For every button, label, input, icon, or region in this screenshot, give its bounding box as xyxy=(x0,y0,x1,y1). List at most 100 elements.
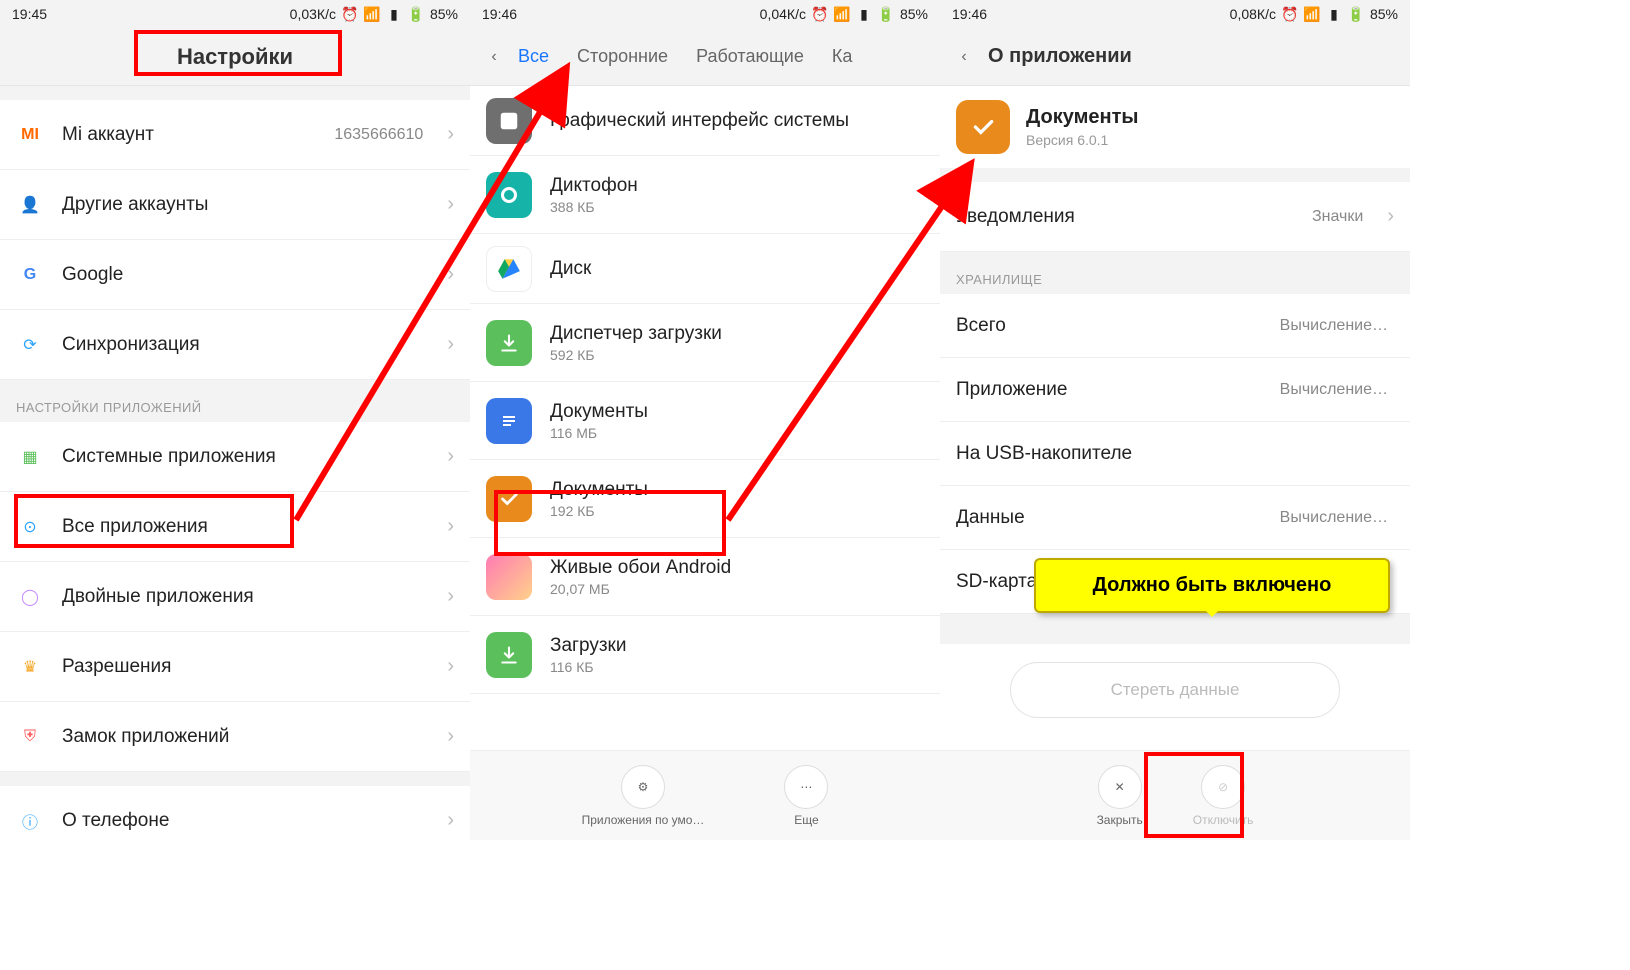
row-value: 1635666610 xyxy=(334,126,423,144)
shield-icon: ⛨ xyxy=(16,723,44,751)
tab-run[interactable]: Работающие xyxy=(696,46,804,67)
disable-button[interactable]: ⊘ Отключить xyxy=(1193,765,1254,827)
row-storage-data[interactable]: Данные Вычисление… xyxy=(940,486,1410,550)
download-icon xyxy=(486,320,532,366)
app-name: Документы xyxy=(550,479,924,501)
app-system-ui[interactable]: Графический интерфейс системы xyxy=(470,86,940,156)
gear-icon: ⚙ xyxy=(621,765,665,809)
row-all-apps[interactable]: ⊙ Все приложения › xyxy=(0,492,470,562)
battery-icon: 🔋 xyxy=(878,6,894,22)
chevron-right-icon: › xyxy=(447,123,454,146)
battery-icon: 🔋 xyxy=(408,6,424,22)
all-apps-icon: ⊙ xyxy=(16,513,44,541)
row-app-lock[interactable]: ⛨ Замок приложений › xyxy=(0,702,470,772)
status-battery: 85% xyxy=(900,6,928,22)
app-size: 116 МБ xyxy=(550,425,924,441)
chevron-right-icon: › xyxy=(447,445,454,468)
app-name: Живые обои Android xyxy=(550,557,924,579)
row-label: Приложение xyxy=(956,379,1262,401)
app-drive[interactable]: Диск xyxy=(470,234,940,304)
more-button[interactable]: ⋯ Еще xyxy=(784,765,828,827)
row-storage-total[interactable]: Всего Вычисление… xyxy=(940,294,1410,358)
row-other-accounts[interactable]: 👤 Другие аккаунты › xyxy=(0,170,470,240)
callout-text: Должно быть включено xyxy=(1093,574,1332,596)
screen-app-info: 19:46 0,08К/с ⏰ 📶 ▮ 🔋 85% ‹ О приложении… xyxy=(940,0,1410,840)
app-name: Документы xyxy=(1026,106,1138,129)
row-label: Данные xyxy=(956,507,1262,529)
system-ui-icon xyxy=(486,98,532,144)
app-download-manager[interactable]: Диспетчер загрузки592 КБ xyxy=(470,304,940,382)
alarm-icon: ⏰ xyxy=(342,6,358,22)
app-google-docs[interactable]: Документы 116 МБ xyxy=(470,382,940,460)
page-title: Настройки xyxy=(177,44,293,70)
screen-all-apps: 19:46 0,04К/с ⏰ 📶 ▮ 🔋 85% ‹ Все Сторонни… xyxy=(470,0,940,840)
app-live-wallpapers[interactable]: Живые обои Android20,07 МБ xyxy=(470,538,940,616)
bottom-bar: ⚙ Приложения по умо… ⋯ Еще xyxy=(470,750,940,840)
close-icon: ✕ xyxy=(1098,765,1142,809)
battery-icon: 🔋 xyxy=(1348,6,1364,22)
row-label: Синхронизация xyxy=(62,334,429,356)
app-icon xyxy=(956,100,1010,154)
bottom-bar: ✕ Закрыть ⊘ Отключить xyxy=(940,750,1410,840)
row-label: Системные приложения xyxy=(62,446,429,468)
clear-data-button[interactable]: Стереть данные xyxy=(1010,662,1340,718)
row-storage-usb[interactable]: На USB-накопителе xyxy=(940,422,1410,486)
row-notifications[interactable]: Уведомления Значки › xyxy=(940,182,1410,252)
status-time: 19:46 xyxy=(482,6,517,22)
row-dual-apps[interactable]: ◯ Двойные приложения › xyxy=(0,562,470,632)
row-system-apps[interactable]: ▦ Системные приложения › xyxy=(0,422,470,492)
row-permissions[interactable]: ♛ Разрешения › xyxy=(0,632,470,702)
app-documents[interactable]: Документы 192 КБ xyxy=(470,460,940,538)
row-label: Все приложения xyxy=(62,516,429,538)
app-size: 192 КБ xyxy=(550,503,924,519)
button-label: Отключить xyxy=(1193,813,1254,827)
dual-icon: ◯ xyxy=(16,583,44,611)
app-version: Версия 6.0.1 xyxy=(1026,132,1138,148)
recorder-icon xyxy=(486,172,532,218)
app-recorder[interactable]: Диктофон388 КБ xyxy=(470,156,940,234)
app-name: Документы xyxy=(550,401,924,423)
app-header: Документы Версия 6.0.1 xyxy=(940,86,1410,168)
tab-third[interactable]: Сторонние xyxy=(577,46,668,67)
close-button[interactable]: ✕ Закрыть xyxy=(1097,765,1143,827)
chevron-right-icon: › xyxy=(447,263,454,286)
more-icon: ⋯ xyxy=(784,765,828,809)
wifi-icon: 📶 xyxy=(1304,6,1320,22)
documents-icon xyxy=(486,476,532,522)
chevron-right-icon: › xyxy=(1387,205,1394,228)
row-google[interactable]: G Google › xyxy=(0,240,470,310)
section-header-storage: ХРАНИЛИЩЕ xyxy=(940,252,1410,294)
wifi-icon: 📶 xyxy=(364,6,380,22)
info-icon: ⓘ xyxy=(16,807,44,835)
button-label: Еще xyxy=(794,813,818,827)
row-sync[interactable]: ⟳ Синхронизация › xyxy=(0,310,470,380)
app-downloads[interactable]: Загрузки116 КБ xyxy=(470,616,940,694)
app-size: 388 КБ xyxy=(550,199,924,215)
tab-more[interactable]: Ка xyxy=(832,46,853,67)
row-label: О телефоне xyxy=(62,810,429,832)
row-label: Mi аккаунт xyxy=(62,124,316,146)
back-button[interactable]: ‹ xyxy=(470,28,518,86)
status-battery: 85% xyxy=(430,6,458,22)
signal-icon: ▮ xyxy=(386,6,402,22)
signal-icon: ▮ xyxy=(856,6,872,22)
page-title: О приложении xyxy=(988,45,1132,68)
row-mi-account[interactable]: MI Mi аккаунт 1635666610 › xyxy=(0,100,470,170)
app-name: Загрузки xyxy=(550,635,924,657)
row-about-phone[interactable]: ⓘ О телефоне › xyxy=(0,786,470,840)
person-icon: 👤 xyxy=(16,191,44,219)
tabs: Все Сторонние Работающие Ка xyxy=(518,46,940,67)
row-storage-app[interactable]: Приложение Вычисление… xyxy=(940,358,1410,422)
chevron-right-icon: › xyxy=(447,333,454,356)
default-apps-button[interactable]: ⚙ Приложения по умо… xyxy=(582,765,705,827)
button-label: Закрыть xyxy=(1097,813,1143,827)
row-label: Замок приложений xyxy=(62,726,429,748)
row-value: Вычисление… xyxy=(1280,381,1388,399)
status-battery: 85% xyxy=(1370,6,1398,22)
back-button[interactable]: ‹ xyxy=(940,28,988,86)
status-speed: 0,08К/с xyxy=(1230,6,1276,22)
tab-all[interactable]: Все xyxy=(518,46,549,67)
wallpaper-icon xyxy=(486,554,532,600)
header: ‹ Все Сторонние Работающие Ка xyxy=(470,28,940,86)
alarm-icon: ⏰ xyxy=(812,6,828,22)
